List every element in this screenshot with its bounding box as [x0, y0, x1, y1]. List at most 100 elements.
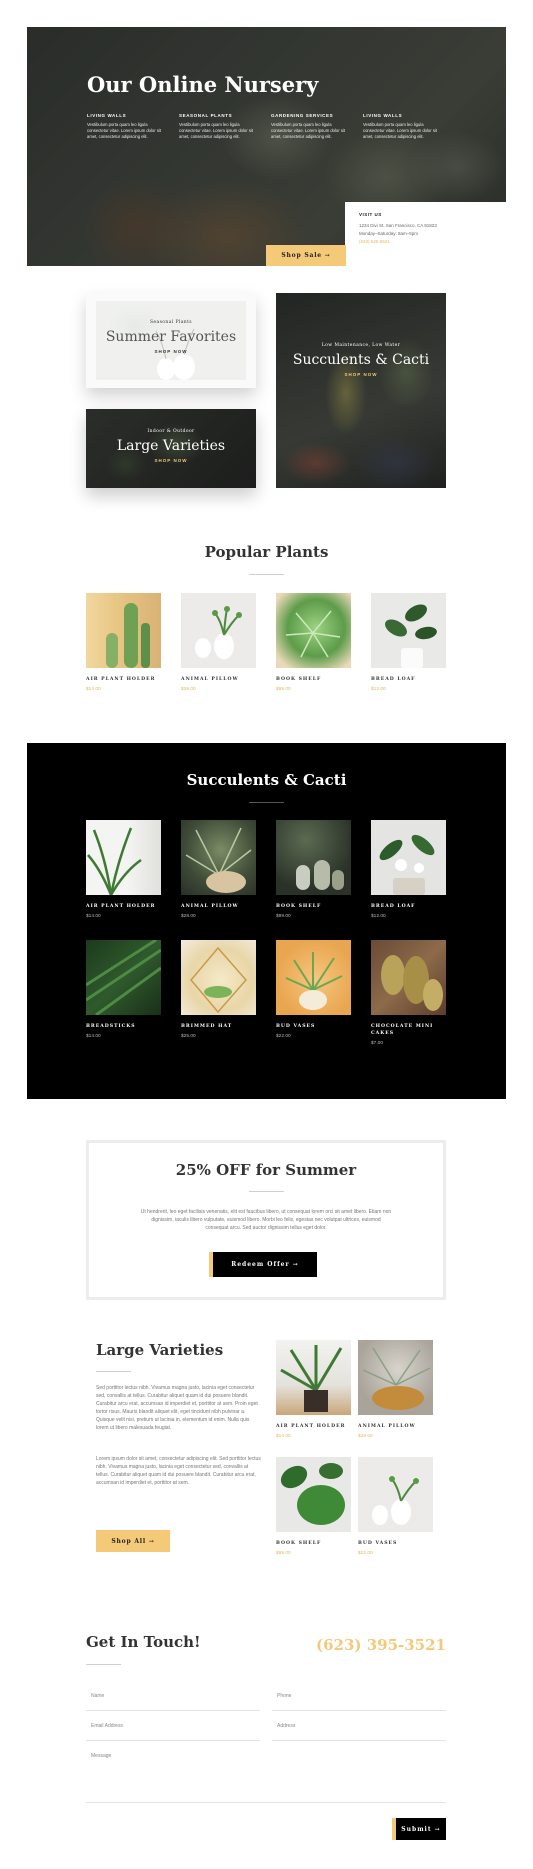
- product-card[interactable]: BUD VASES $22.00: [358, 1457, 433, 1556]
- message-field[interactable]: Message: [86, 1753, 446, 1803]
- bud-vase-illustration: [285, 952, 343, 1010]
- product-card[interactable]: ANIMAL PILLOW $28.00: [358, 1340, 433, 1439]
- summer-card-cta[interactable]: SHOP NOW: [86, 349, 256, 354]
- product-image[interactable]: [371, 593, 446, 668]
- product-price: $28.00: [358, 1434, 373, 1439]
- big-leaf-illustration: [280, 1463, 345, 1525]
- product-name[interactable]: ANIMAL PILLOW: [181, 676, 256, 683]
- product-price: $14.00: [86, 914, 101, 919]
- product-card[interactable]: AIR PLANT HOLDER $14.00: [86, 593, 161, 692]
- product-name[interactable]: BOOK SHELF: [276, 676, 351, 683]
- product-name[interactable]: ANIMAL PILLOW: [358, 1423, 433, 1430]
- product-image[interactable]: [371, 940, 446, 1015]
- hero-column-text: Vestibulum porta quam leo ligula consect…: [87, 122, 162, 139]
- product-name[interactable]: BREAD LOAF: [371, 676, 446, 683]
- product-name[interactable]: BUD VASES: [358, 1540, 433, 1547]
- cactus-illustration: [106, 603, 150, 668]
- product-card[interactable]: BREAD LOAF $12.00: [371, 593, 446, 692]
- product-price: $28.00: [181, 914, 196, 919]
- palm-plant-illustration: [87, 827, 142, 895]
- hero-column: GARDENING SERVICES Vestibulum porta quam…: [271, 113, 353, 140]
- product-card[interactable]: AIR PLANT HOLDER $14.00: [276, 1340, 351, 1439]
- product-price: $14.00: [276, 1434, 291, 1439]
- product-image[interactable]: [276, 820, 351, 895]
- product-price: $28.00: [181, 687, 196, 692]
- contact-phone[interactable]: (623) 395-3521: [300, 1636, 446, 1654]
- product-image[interactable]: [276, 593, 351, 668]
- address-field[interactable]: Address: [272, 1723, 446, 1741]
- product-image[interactable]: [86, 820, 161, 895]
- palm-pot-illustration: [280, 1345, 343, 1412]
- product-price: $14.00: [86, 687, 101, 692]
- product-name[interactable]: AIR PLANT HOLDER: [276, 1423, 351, 1430]
- product-name[interactable]: BREADSTICKS: [86, 1023, 161, 1030]
- shop-all-button[interactable]: Shop All →: [96, 1530, 170, 1552]
- email-field[interactable]: Email Address: [86, 1723, 260, 1741]
- visit-hours: Monday–Saturday: 8am–5pm: [359, 231, 419, 236]
- summer-card-text: Seasonal Plants Summer Favorites SHOP NO…: [86, 320, 256, 354]
- promo-text: Ut hendrerit, leo eget facilisis venenat…: [140, 1209, 392, 1231]
- name-field[interactable]: Name: [86, 1693, 260, 1711]
- hero-column-heading: LIVING WALLS: [87, 113, 127, 118]
- product-image[interactable]: [358, 1457, 433, 1532]
- redeem-offer-button[interactable]: Redeem Offer →: [209, 1252, 317, 1277]
- product-image[interactable]: [276, 1457, 351, 1532]
- product-card[interactable]: BREADSTICKS $14.00: [86, 940, 161, 1039]
- large-card-cta[interactable]: SHOP NOW: [86, 458, 256, 463]
- product-card[interactable]: BREAD LOAF $12.00: [371, 820, 446, 919]
- product-card[interactable]: BUD VASES $22.00: [276, 940, 351, 1039]
- succulents-card-cta[interactable]: SHOP NOW: [276, 372, 446, 377]
- product-card[interactable]: BOOK SHELF $99.00: [276, 593, 351, 692]
- product-image[interactable]: [181, 593, 256, 668]
- palm-leaf-illustration: [86, 940, 161, 1015]
- product-name[interactable]: AIR PLANT HOLDER: [86, 676, 161, 683]
- product-price: $12.00: [371, 914, 386, 919]
- product-price: $12.00: [371, 687, 386, 692]
- product-name[interactable]: BOOK SHELF: [276, 903, 351, 910]
- product-name[interactable]: BRIMMED HAT: [181, 1023, 256, 1030]
- phone-field[interactable]: Phone: [272, 1693, 446, 1711]
- product-image[interactable]: [86, 593, 161, 668]
- product-name[interactable]: CHOCOLATE MINI CAKES: [371, 1023, 446, 1037]
- summer-card-name: Summer Favorites: [105, 329, 237, 345]
- product-name[interactable]: AIR PLANT HOLDER: [86, 903, 161, 910]
- cactus-cluster-illustration: [381, 955, 443, 1011]
- large-varieties-card[interactable]: Indoor & Outdoor Large Varieties SHOP NO…: [86, 409, 256, 488]
- product-card[interactable]: ANIMAL PILLOW $28.00: [181, 593, 256, 692]
- product-card[interactable]: BRIMMED HAT $25.00: [181, 940, 256, 1039]
- summer-favorites-card[interactable]: Seasonal Plants Summer Favorites SHOP NO…: [86, 293, 256, 388]
- product-card[interactable]: BOOK SHELF $99.00: [276, 1457, 351, 1556]
- hero-column-heading: SEASONAL PLANTS: [179, 113, 233, 118]
- product-image[interactable]: [181, 820, 256, 895]
- hero-column-text: Vestibulum porta quam leo ligula consect…: [363, 122, 438, 139]
- promo-title: 25% OFF for Summer: [175, 1161, 357, 1179]
- product-image[interactable]: [371, 820, 446, 895]
- product-image[interactable]: [276, 1340, 351, 1415]
- product-card[interactable]: ANIMAL PILLOW $28.00: [181, 820, 256, 919]
- product-name[interactable]: BUD VASES: [276, 1023, 351, 1030]
- product-price: $99.00: [276, 687, 291, 692]
- visit-phone[interactable]: (623) 535-5621: [359, 238, 492, 246]
- product-card[interactable]: BOOK SHELF $99.00: [276, 820, 351, 919]
- product-name[interactable]: BREAD LOAF: [371, 903, 446, 910]
- product-image[interactable]: [181, 940, 256, 1015]
- product-image[interactable]: [86, 940, 161, 1015]
- product-image[interactable]: [276, 940, 351, 1015]
- product-card[interactable]: AIR PLANT HOLDER $14.00: [86, 820, 161, 919]
- product-card[interactable]: CHOCOLATE MINI CAKES $7.00: [371, 940, 446, 1046]
- promo-divider: [249, 1191, 284, 1192]
- product-name[interactable]: ANIMAL PILLOW: [181, 903, 256, 910]
- product-price: $14.00: [86, 1034, 101, 1039]
- shop-sale-button[interactable]: Shop Sale →: [266, 245, 346, 266]
- hero-column-text: Vestibulum porta quam leo ligula consect…: [179, 122, 254, 139]
- succulents-card[interactable]: Low Maintenance, Low Water Succulents & …: [276, 293, 446, 488]
- hero-column-heading: GARDENING SERVICES: [271, 113, 334, 118]
- large-varieties-divider: [96, 1371, 131, 1372]
- submit-button[interactable]: Submit →: [392, 1818, 446, 1840]
- succulent-illustration: [285, 610, 341, 658]
- product-name[interactable]: BOOK SHELF: [276, 1540, 351, 1547]
- product-price: $25.00: [181, 1034, 196, 1039]
- bud-vases-illustration: [372, 1476, 419, 1525]
- visit-address: 1234 Divi St. San Francisco, CA 91823: [359, 223, 437, 228]
- product-image[interactable]: [358, 1340, 433, 1415]
